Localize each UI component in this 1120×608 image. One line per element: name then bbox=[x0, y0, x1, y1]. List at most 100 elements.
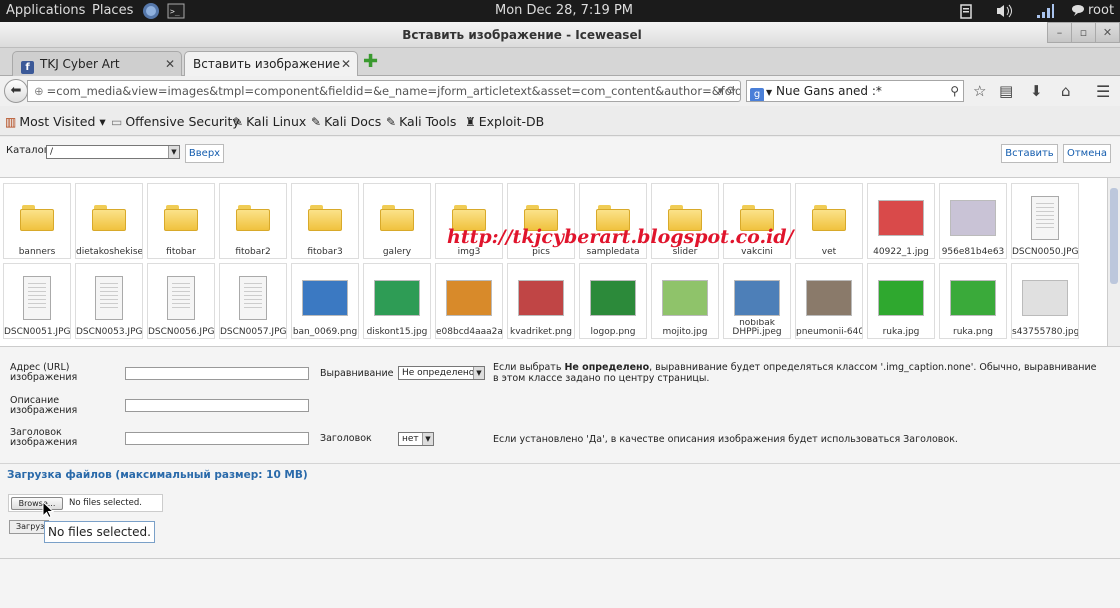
back-button[interactable]: ⬅ bbox=[4, 79, 28, 103]
close-tab-icon[interactable]: ✕ bbox=[341, 52, 351, 76]
image-item[interactable]: 956e81b4e63 bbox=[939, 183, 1007, 259]
user-menu[interactable]: root bbox=[1088, 3, 1114, 18]
image-item[interactable]: ruka.jpg bbox=[867, 263, 935, 339]
item-caption: banners bbox=[18, 247, 56, 257]
gallery-scrollbar[interactable] bbox=[1107, 178, 1120, 346]
url-input[interactable] bbox=[125, 367, 309, 380]
caption-label: Заголовок изображения bbox=[10, 427, 78, 448]
image-item[interactable]: mojito.jpg bbox=[651, 263, 719, 339]
bookmark-most-visited[interactable]: ▥ Most Visited ▾ bbox=[5, 114, 106, 129]
no-files-text: No files selected. bbox=[69, 498, 142, 508]
image-thumbnail bbox=[796, 272, 862, 324]
bookmark-kali-linux[interactable]: ✎ Kali Linux bbox=[233, 114, 306, 129]
google-search-engine-icon[interactable]: g bbox=[750, 88, 764, 101]
folder-item[interactable]: fitobar3 bbox=[291, 183, 359, 259]
scrollbar-thumb[interactable] bbox=[1110, 188, 1118, 284]
minimize-button[interactable]: – bbox=[1047, 22, 1072, 43]
volume-icon[interactable] bbox=[995, 3, 1012, 19]
item-caption: DSCN0053.JPG bbox=[76, 327, 142, 337]
insert-button[interactable]: Вставить bbox=[1001, 144, 1058, 163]
folder-item[interactable]: banners bbox=[3, 183, 71, 259]
folder-item[interactable]: dietakoshekise bbox=[75, 183, 143, 259]
close-tab-icon[interactable]: ✕ bbox=[165, 52, 175, 76]
search-bar[interactable]: g ▼ Nue Gans aned :* ⚲ bbox=[746, 80, 964, 102]
tab-tkj-cyber-art[interactable]: f TKJ Cyber Art ✕ bbox=[12, 51, 182, 77]
downloads-icon[interactable]: ⬇ bbox=[1030, 82, 1043, 100]
image-item[interactable]: diskont15.jpg bbox=[363, 263, 431, 339]
image-thumbnail bbox=[148, 272, 214, 324]
places-menu[interactable]: Places bbox=[92, 3, 133, 18]
image-item[interactable]: DSCN0056.JPG bbox=[147, 263, 215, 339]
url-dropdown-reload-icons[interactable]: ▾ ⟳ bbox=[718, 81, 736, 101]
folder-toolbar: Каталог / ▼ Вверх Вставить Отмена bbox=[0, 137, 1120, 175]
applications-menu[interactable]: Applications bbox=[6, 3, 85, 18]
tab-insert-image[interactable]: Вставить изображение ✕ bbox=[184, 51, 358, 77]
description-input[interactable] bbox=[125, 399, 309, 412]
image-item[interactable]: DSCN0051.JPG bbox=[3, 263, 71, 339]
url-text: =com_media&view=images&tmpl=component&fi… bbox=[46, 84, 741, 98]
chevron-down-icon: ▼ bbox=[168, 146, 179, 158]
image-item[interactable]: 40922_1.jpg bbox=[867, 183, 935, 259]
image-item[interactable]: DSCN0053.JPG bbox=[75, 263, 143, 339]
network-signal-icon[interactable] bbox=[1036, 3, 1054, 19]
catalog-select[interactable]: / ▼ bbox=[46, 145, 180, 159]
upload-button[interactable]: Загрузить bbox=[9, 520, 49, 534]
bookmark-kali-tools[interactable]: ✎ Kali Tools bbox=[386, 114, 456, 129]
item-caption: dietakoshekise bbox=[76, 247, 142, 257]
cancel-button[interactable]: Отмена bbox=[1063, 144, 1111, 163]
up-button[interactable]: Вверх bbox=[185, 144, 224, 163]
image-item[interactable]: DSCN0050.JPG bbox=[1011, 183, 1079, 259]
upload-heading: Загрузка файлов (максимальный размер: 10… bbox=[7, 469, 308, 481]
browse-button[interactable]: Browse... bbox=[11, 497, 63, 510]
image-item[interactable]: nobibak DHPPi.jpeg bbox=[723, 263, 791, 339]
caption-input[interactable] bbox=[125, 432, 309, 445]
url-label: Адрес (URL) изображения bbox=[10, 362, 78, 383]
clock[interactable]: Mon Dec 28, 7:19 PM bbox=[495, 3, 633, 18]
clipboard-icon[interactable] bbox=[958, 3, 974, 19]
chat-icon[interactable] bbox=[1070, 3, 1086, 19]
window-titlebar[interactable]: Вставить изображение - Iceweasel – ▫ ✕ bbox=[0, 22, 1120, 48]
folder-item[interactable]: vet bbox=[795, 183, 863, 259]
image-item[interactable]: pneumonii-640x425.jpg bbox=[795, 263, 863, 339]
image-item[interactable]: DSCN0057.JPG bbox=[219, 263, 287, 339]
item-caption: slider bbox=[672, 247, 698, 257]
search-input[interactable]: Nue Gans aned :* bbox=[776, 84, 882, 98]
bookmarks-menu-icon[interactable]: ▤ bbox=[999, 82, 1013, 100]
heading-select[interactable]: нет ▼ bbox=[398, 432, 434, 446]
close-window-button[interactable]: ✕ bbox=[1095, 22, 1120, 43]
image-item[interactable]: e08bcd4aaa2a bbox=[435, 263, 503, 339]
maximize-button[interactable]: ▫ bbox=[1071, 22, 1096, 43]
window-title: Вставить изображение - Iceweasel bbox=[402, 28, 642, 42]
image-item[interactable]: s43755780.jpg bbox=[1011, 263, 1079, 339]
url-bar[interactable]: ⊕ =com_media&view=images&tmpl=component&f… bbox=[27, 80, 741, 102]
align-select[interactable]: Не определено ▼ bbox=[398, 366, 485, 380]
hamburger-menu-icon[interactable]: ☰ bbox=[1096, 82, 1110, 101]
folder-item[interactable]: fitobar2 bbox=[219, 183, 287, 259]
kali-dragon-icon: ✎ bbox=[386, 115, 397, 129]
bookmark-star-icon[interactable]: ☆ bbox=[973, 82, 986, 100]
image-thumbnail bbox=[4, 272, 70, 324]
folder-item[interactable]: fitobar bbox=[147, 183, 215, 259]
exploit-db-icon: ♜ bbox=[465, 115, 476, 129]
tab-label: TKJ Cyber Art bbox=[40, 57, 120, 71]
file-input[interactable]: Browse... No files selected. bbox=[8, 494, 163, 512]
magnifier-icon[interactable]: ⚲ bbox=[950, 81, 959, 101]
image-item[interactable]: kvadriket.png bbox=[507, 263, 575, 339]
divider bbox=[0, 558, 1120, 559]
page-icon: ▭ bbox=[111, 115, 123, 129]
item-caption: ban_0069.png bbox=[292, 327, 358, 337]
new-tab-icon[interactable]: ✚ bbox=[363, 53, 378, 71]
folder-icon bbox=[292, 192, 358, 244]
bookmark-offensive-security[interactable]: ▭ Offensive Security bbox=[111, 114, 240, 129]
terminal-launcher-icon[interactable]: >_ bbox=[167, 2, 185, 19]
bookmark-exploit-db[interactable]: ♜ Exploit-DB bbox=[465, 114, 544, 129]
item-caption: vakcini bbox=[741, 247, 773, 257]
iceweasel-launcher-icon[interactable] bbox=[142, 2, 159, 19]
bookmark-kali-docs[interactable]: ✎ Kali Docs bbox=[311, 114, 381, 129]
folder-item[interactable]: galery bbox=[363, 183, 431, 259]
image-item[interactable]: logop.png bbox=[579, 263, 647, 339]
home-icon[interactable]: ⌂ bbox=[1061, 82, 1071, 100]
image-item[interactable]: ban_0069.png bbox=[291, 263, 359, 339]
image-item[interactable]: ruka.png bbox=[939, 263, 1007, 339]
svg-text:>_: >_ bbox=[170, 7, 180, 16]
